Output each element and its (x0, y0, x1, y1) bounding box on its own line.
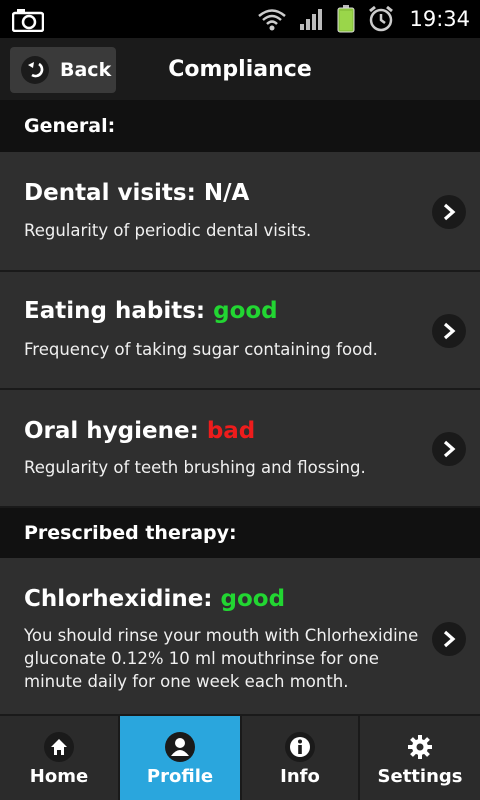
section-label: General: (24, 115, 116, 137)
alarm-icon (369, 5, 394, 32)
chevron-right-icon (432, 314, 466, 348)
tab-label: Home (29, 765, 89, 787)
row-title: Dental visits: N/A (24, 180, 250, 206)
tab-label: Settings (377, 765, 463, 787)
section-header-general: General: (0, 100, 480, 152)
tab-label: Profile (146, 765, 214, 787)
row-title: Eating habits: good (24, 298, 278, 324)
description-line: gluconate 0.12% 10 ml mouthrinse for one (24, 649, 379, 668)
row-description: You should rinse your mouth with Chlorhe… (24, 624, 418, 693)
tab-info[interactable]: Info (242, 716, 360, 800)
tab-profile[interactable]: Profile (120, 716, 242, 800)
header-bar: Compliance Back (0, 38, 480, 100)
back-arrow-icon (21, 56, 49, 84)
row-title: Oral hygiene: bad (24, 418, 256, 444)
list-item-chlorhexidine[interactable]: Chlorhexidine: good You should rinse you… (0, 558, 480, 714)
back-button[interactable]: Back (10, 47, 116, 93)
battery-icon (337, 5, 355, 33)
camera-icon (12, 9, 44, 32)
signal-icon (300, 9, 323, 30)
section-header-therapy: Prescribed therapy: (0, 508, 480, 558)
list-item-oral-hygiene[interactable]: Oral hygiene: bad Regularity of teeth br… (0, 390, 480, 508)
profile-icon (165, 731, 195, 762)
row-description: Regularity of teeth brushing and flossin… (24, 458, 366, 477)
chevron-right-icon (432, 622, 466, 656)
description-line: You should rinse your mouth with Chlorhe… (24, 626, 419, 645)
status-time: 19:34 (409, 7, 470, 31)
row-description: Regularity of periodic dental visits. (24, 221, 312, 240)
row-title: Chlorhexidine: good (24, 586, 286, 612)
status-value: bad (206, 418, 256, 444)
status-bar: 19:34 (0, 0, 480, 38)
chevron-right-icon (432, 432, 466, 466)
list-item-eating-habits[interactable]: Eating habits: good Frequency of taking … (0, 272, 480, 390)
row-description: Frequency of taking sugar containing foo… (24, 340, 378, 359)
home-icon (44, 731, 74, 762)
list-item-dental-visits[interactable]: Dental visits: N/A Regularity of periodi… (0, 152, 480, 272)
back-label: Back (60, 59, 112, 81)
status-value: good (213, 298, 278, 324)
tab-label: Info (280, 765, 320, 787)
section-label: Prescribed therapy: (24, 522, 237, 544)
settings-icon (405, 732, 435, 762)
status-value: good (220, 586, 286, 612)
chevron-right-icon (432, 195, 466, 229)
description-line: minute daily for one week each month. (24, 672, 349, 691)
tab-settings[interactable]: Settings (360, 716, 480, 800)
info-icon (285, 731, 315, 762)
tab-home[interactable]: Home (0, 716, 120, 800)
status-value: N/A (203, 180, 250, 206)
wifi-icon (258, 9, 287, 31)
bottom-nav: Home Profile Info Settings (0, 714, 480, 800)
